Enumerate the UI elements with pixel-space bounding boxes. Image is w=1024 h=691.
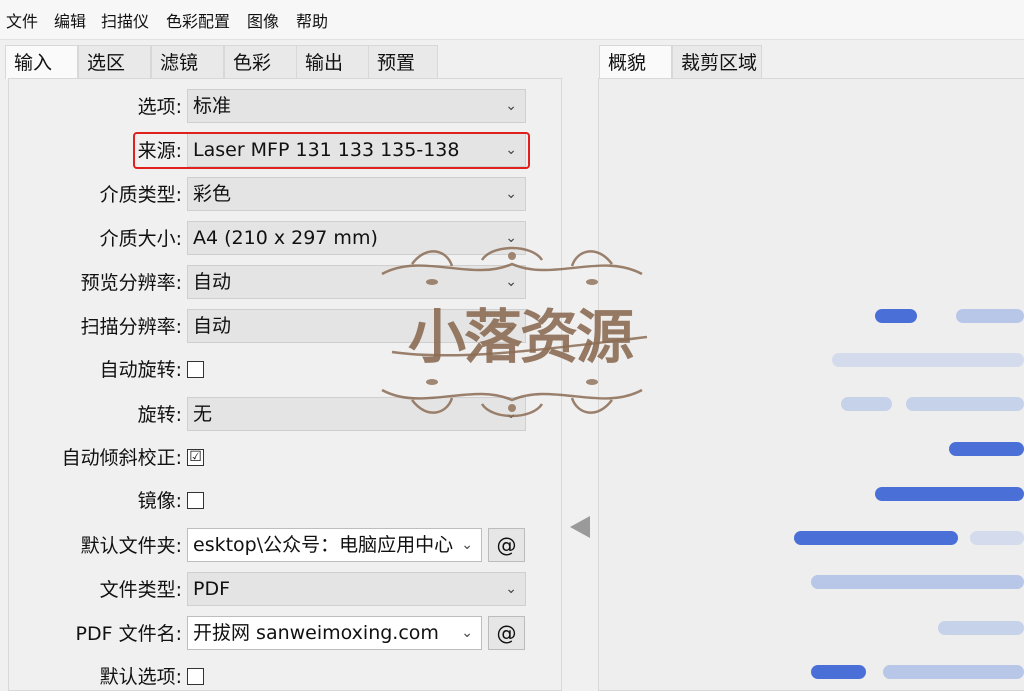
preview-bar (832, 353, 1024, 367)
preview-bar (956, 309, 1024, 323)
auto-rotate-label: 自动旋转: (99, 359, 182, 381)
media-size-label: 介质大小: (99, 228, 182, 250)
media-type-label: 介质类型: (99, 184, 182, 206)
preview-bar (794, 531, 958, 545)
tab-output[interactable]: 输出 (296, 45, 369, 79)
overview-preview-panel (598, 78, 1024, 691)
preview-bar (841, 397, 892, 411)
folder-macro-button[interactable]: @ (488, 528, 525, 562)
preview-bar (811, 665, 866, 679)
menu-image[interactable]: 图像 (247, 12, 279, 32)
media-type-select[interactable]: 彩色 ⌄ (187, 177, 526, 211)
preview-bar (875, 309, 917, 323)
chevron-down-icon: ⌄ (505, 186, 517, 202)
default-folder-label: 默认文件夹: (80, 535, 182, 557)
preview-bar (970, 531, 1024, 545)
tab-selection[interactable]: 选区 (78, 45, 151, 79)
rotate-label: 旋转: (137, 404, 182, 426)
pdf-filename-value: 开拔网 sanweimoxing.com (193, 622, 439, 644)
mirror-checkbox[interactable] (187, 492, 204, 509)
default-folder-combobox[interactable]: esktop\公众号：电脑应用中心 ⌄ (187, 528, 482, 562)
menu-edit[interactable]: 编辑 (54, 12, 86, 32)
rotate-value: 无 (193, 403, 213, 425)
default-option-label: 默认选项: (99, 666, 182, 688)
media-size-value: A4 (210 x 297 mm) (193, 227, 378, 249)
chevron-down-icon: ⌄ (461, 537, 473, 553)
mirror-label: 镜像: (137, 490, 182, 512)
pdf-filename-combobox[interactable]: 开拔网 sanweimoxing.com ⌄ (187, 616, 482, 650)
checkmark-icon: ☑ (189, 449, 202, 465)
tab-crop-area[interactable]: 裁剪区域 (672, 45, 762, 79)
preview-bar (906, 397, 1024, 411)
collapse-panel-arrow-icon[interactable] (570, 516, 590, 538)
source-highlight-box (133, 132, 530, 169)
default-option-checkbox[interactable] (187, 668, 204, 685)
tab-overview[interactable]: 概貌 (599, 45, 672, 79)
preview-bar (811, 575, 1024, 589)
preview-bar (949, 442, 1024, 456)
menu-color-profile[interactable]: 色彩配置 (166, 12, 230, 32)
preview-bar (875, 487, 1024, 501)
pdf-filename-label: PDF 文件名: (75, 623, 182, 645)
file-type-value: PDF (193, 578, 231, 600)
tab-input[interactable]: 输入 (5, 45, 78, 79)
option-select[interactable]: 标准 ⌄ (187, 89, 526, 123)
menu-file[interactable]: 文件 (6, 12, 38, 32)
preview-bar (883, 665, 1024, 679)
preview-bar (938, 621, 1024, 635)
tab-color[interactable]: 色彩 (224, 45, 297, 79)
file-type-select[interactable]: PDF ⌄ (187, 572, 526, 606)
menu-help[interactable]: 帮助 (296, 12, 328, 32)
menu-bar: 文件 编辑 扫描仪 色彩配置 图像 帮助 (0, 0, 1024, 40)
scan-resolution-value: 自动 (193, 315, 232, 337)
tab-preset[interactable]: 预置 (368, 45, 438, 79)
tab-filter[interactable]: 滤镜 (151, 45, 224, 79)
auto-deskew-label: 自动倾斜校正: (61, 447, 182, 469)
auto-rotate-checkbox[interactable] (187, 361, 204, 378)
media-type-value: 彩色 (193, 183, 232, 205)
option-value: 标准 (193, 95, 232, 117)
scan-resolution-label: 扫描分辨率: (80, 316, 182, 338)
auto-deskew-checkbox[interactable]: ☑ (187, 449, 204, 466)
chevron-down-icon: ⌄ (505, 581, 517, 597)
watermark-text: 小落资源 (408, 303, 634, 371)
default-folder-value: esktop\公众号：电脑应用中心 (193, 534, 454, 556)
preview-resolution-label: 预览分辨率: (80, 272, 182, 294)
menu-scanner[interactable]: 扫描仪 (101, 12, 149, 32)
file-type-label: 文件类型: (99, 579, 182, 601)
chevron-down-icon: ⌄ (505, 98, 517, 114)
filename-macro-button[interactable]: @ (488, 616, 525, 650)
chevron-down-icon: ⌄ (461, 625, 473, 641)
preview-resolution-value: 自动 (193, 271, 232, 293)
option-label: 选项: (137, 96, 182, 118)
